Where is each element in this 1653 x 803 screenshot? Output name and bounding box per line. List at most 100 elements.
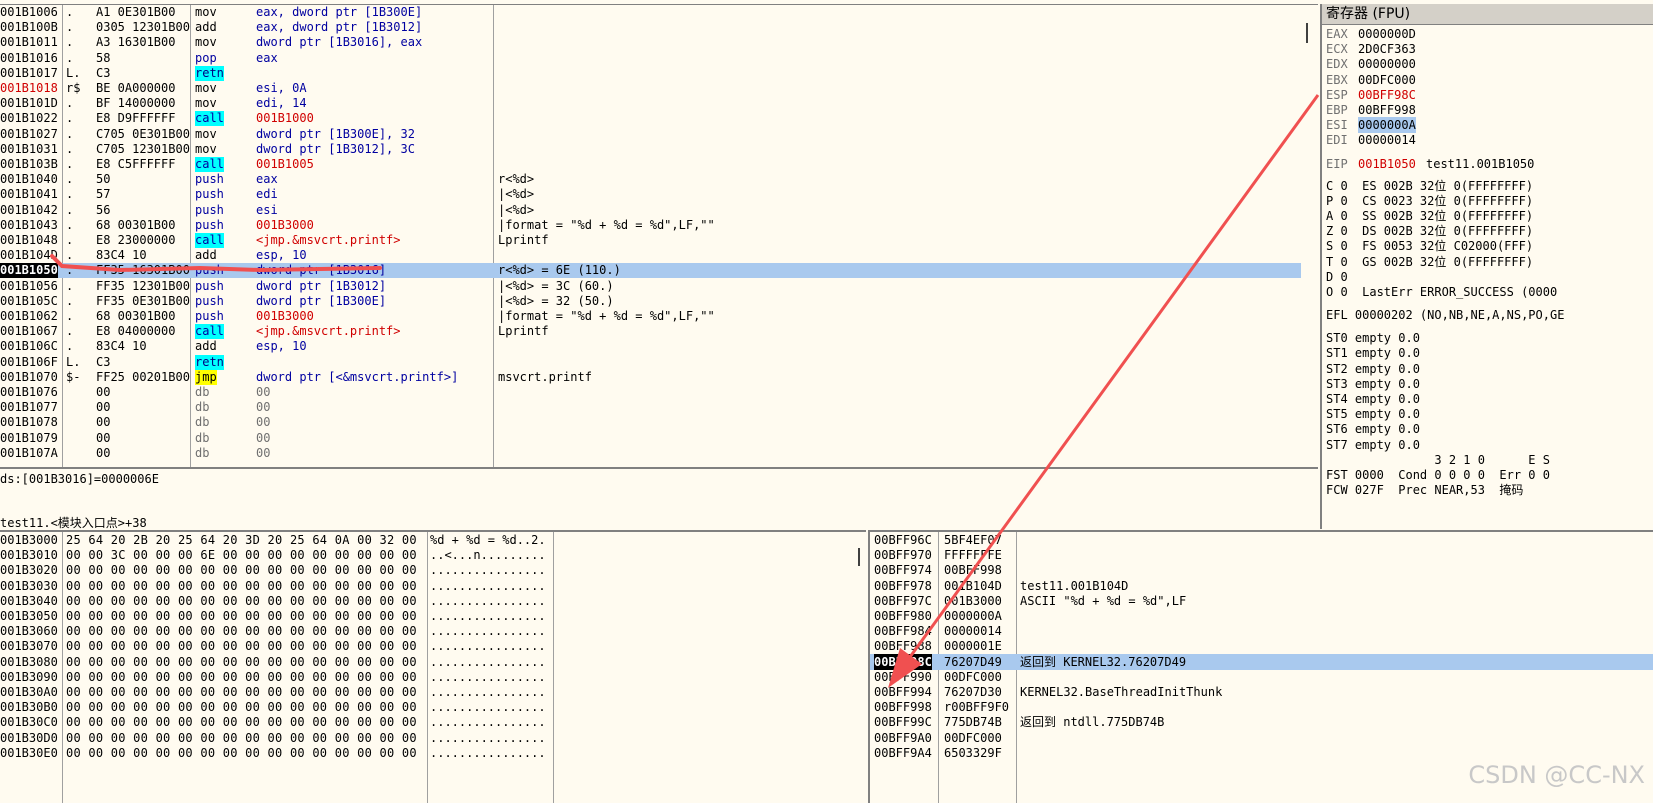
disasm-row[interactable]: 001B1050. FF35 16301B00 push dword ptr [1B3…	[0, 263, 1301, 279]
disasm-bytes: 00	[96, 445, 111, 460]
flag-row[interactable]: D 0	[1326, 269, 1653, 285]
dump-row[interactable]: 001B3090 00 00 00 00 00 00 00 00 00 00 00…	[0, 669, 866, 685]
efl-row[interactable]: EFL 00000202 (NO,NB,NE,A,NS,PO,GE	[1326, 307, 1653, 323]
disasm-bytes: 83C4 10	[96, 248, 147, 263]
disasm-row[interactable]: 001B1022. E8 D9FFFFFF call 001B1000	[0, 111, 1318, 127]
register-row[interactable]: EBX 00DFC000	[1326, 72, 1653, 88]
disasm-row[interactable]: 001B1078 00 db 00	[0, 415, 1318, 430]
hex-dump-pane[interactable]: 001B3000 25 64 20 2B 20 25 64 20 3D 20 25…	[0, 530, 866, 803]
stack-row[interactable]: 00BFF984 00000014	[870, 623, 1653, 639]
fpu-st-row[interactable]: ST0 empty 0.0	[1326, 330, 1653, 346]
disasm-row[interactable]: 001B101D. BF 14000000 mov edi, 14	[0, 96, 1318, 111]
disasm-row[interactable]: 001B1077 00 db 00	[0, 400, 1318, 415]
stack-row[interactable]: 00BFF97C 001B3000 ASCII "%d + %d = %d",LF	[870, 593, 1653, 609]
disasm-row[interactable]: 001B103B. E8 C5FFFFFF call 001B1005	[0, 157, 1318, 172]
disasm-operands: 00	[256, 445, 271, 460]
dump-row[interactable]: 001B30A0 00 00 00 00 00 00 00 00 00 00 00…	[0, 684, 866, 700]
dump-row[interactable]: 001B3020 00 00 00 00 00 00 00 00 00 00 00…	[0, 562, 866, 578]
stack-row[interactable]: 00BFF990 00DFC000	[870, 669, 1653, 685]
flag-row[interactable]: O 0 LastErr ERROR_SUCCESS (0000	[1326, 284, 1653, 300]
disasm-row[interactable]: 001B1040. 50 push eax r<%d>	[0, 172, 1318, 187]
fpu-st-row[interactable]: ST5 empty 0.0	[1326, 406, 1653, 422]
disasm-row[interactable]: 001B1006. A1 0E301B00 mov eax, dword ptr [1…	[0, 5, 1318, 20]
disasm-row[interactable]: 001B1076 00 db 00	[0, 385, 1318, 400]
dump-row[interactable]: 001B3010 00 00 3C 00 00 00 6E 00 00 00 00…	[0, 547, 866, 563]
registers-pane[interactable]: 寄存器 (FPU) EAX 0000000D ECX 2D0CF363 EDX 00000…	[1320, 4, 1653, 529]
disasm-comment: |format = "%d + %d = %d",LF,""	[498, 217, 715, 232]
fpu-st-row[interactable]: ST4 empty 0.0	[1326, 391, 1653, 407]
disasm-row[interactable]: 001B100B. 0305 12301B00 add eax, dword ptr …	[0, 20, 1318, 35]
dump-row[interactable]: 001B3030 00 00 00 00 00 00 00 00 00 00 00…	[0, 578, 866, 594]
disasm-row[interactable]: 001B1079 00 db 00	[0, 431, 1318, 446]
fpu-st-row[interactable]: ST2 empty 0.0	[1326, 361, 1653, 377]
fpu-st-row[interactable]: ST1 empty 0.0	[1326, 345, 1653, 361]
stack-row[interactable]: 00BFF9A4 6503329F	[870, 745, 1653, 761]
dump-row[interactable]: 001B3040 00 00 00 00 00 00 00 00 00 00 00…	[0, 593, 866, 609]
disasm-row[interactable]: 001B1048. E8 23000000 call <jmp.&msvcrt.pri…	[0, 233, 1318, 248]
dump-row[interactable]: 001B30C0 00 00 00 00 00 00 00 00 00 00 00…	[0, 714, 866, 730]
stack-row[interactable]: 00BFF9A0 00DFC000	[870, 730, 1653, 746]
register-eip-row[interactable]: EIP 001B1050 test11.001B1050	[1326, 156, 1653, 172]
disassembly-pane[interactable]: 001B1006. A1 0E301B00 mov eax, dword ptr [1…	[0, 4, 1318, 467]
register-row[interactable]: EAX 0000000D	[1326, 26, 1653, 42]
register-row[interactable]: ESI 0000000A	[1326, 117, 1653, 134]
dump-scrollbar-thumb[interactable]	[858, 548, 860, 566]
flag-row[interactable]: C 0 ES 002B 32位 0(FFFFFFFF)	[1326, 178, 1653, 194]
disasm-row[interactable]: 001B1070 $- FF25 00201B00 jmp dword ptr [<&m…	[0, 369, 1318, 385]
dump-row[interactable]: 001B3050 00 00 00 00 00 00 00 00 00 00 00…	[0, 608, 866, 624]
disasm-row[interactable]: 001B1016. 58 pop eax	[0, 51, 1318, 66]
stack-row[interactable]: 00BFF96C 5BF4EF07	[870, 532, 1653, 548]
disasm-row[interactable]: 001B1067. E8 04000000 call <jmp.&msvcrt.pri…	[0, 324, 1318, 340]
register-name: EBP	[1326, 103, 1348, 117]
disasm-bytes: 0305 12301B00	[96, 20, 190, 35]
disasm-row[interactable]: 001B1042. 56 push esi |<%d>	[0, 203, 1318, 218]
disasm-row[interactable]: 001B105C. FF35 0E301B00 push dword ptr [1B3…	[0, 294, 1318, 309]
stack-row[interactable]: 00BFF994 76207D30 KERNEL32.BaseThreadInitT…	[870, 684, 1653, 700]
flag-row[interactable]: S 0 FS 0053 32位 C02000(FFF)	[1326, 238, 1653, 254]
dump-row[interactable]: 001B30D0 00 00 00 00 00 00 00 00 00 00 00…	[0, 730, 866, 746]
stack-row[interactable]: 00BFF978 001B104D test11.001B104D	[870, 578, 1653, 594]
dump-row[interactable]: 001B30B0 00 00 00 00 00 00 00 00 00 00 00…	[0, 699, 866, 715]
disasm-row[interactable]: 001B1043. 68 00301B00 push 001B3000 |format …	[0, 218, 1318, 233]
register-row[interactable]: ECX 2D0CF363	[1326, 41, 1653, 57]
stack-row[interactable]: 00BFF974 00BFF998	[870, 562, 1653, 578]
disasm-row[interactable]: 001B106C. 83C4 10 add esp, 10	[0, 339, 1318, 354]
disasm-row[interactable]: 001B1031. C705 12301B00 mov dword ptr [1B30…	[0, 142, 1318, 157]
dump-hex: 00 00 3C 00 00 00 6E 00 00 00 00 00 00 0…	[66, 548, 417, 563]
stack-value: 76207D30	[944, 685, 1002, 699]
disasm-row[interactable]: 001B1017 L. C3 retn	[0, 65, 1318, 81]
disasm-scrollbar-thumb[interactable]	[1306, 23, 1308, 43]
register-row[interactable]: ESP 00BFF98C	[1326, 87, 1653, 103]
disasm-row[interactable]: 001B1041. 57 push edi |<%d>	[0, 187, 1318, 202]
flag-row[interactable]: Z 0 DS 002B 32位 0(FFFFFFFF)	[1326, 223, 1653, 239]
stack-row[interactable]: 00BFF998 r00BFF9F0	[870, 699, 1653, 715]
dump-row[interactable]: 001B3080 00 00 00 00 00 00 00 00 00 00 00…	[0, 654, 866, 670]
disasm-row[interactable]: 001B1056. FF35 12301B00 push dword ptr [1B3…	[0, 279, 1318, 294]
stack-row[interactable]: 00BFF99C 775DB74B 返回到 ntdll.775DB74B	[870, 714, 1653, 730]
disasm-row[interactable]: 001B106F L. C3 retn	[0, 354, 1318, 370]
disasm-row[interactable]: 001B104D. 83C4 10 add esp, 10	[0, 248, 1318, 263]
dump-row[interactable]: 001B3070 00 00 00 00 00 00 00 00 00 00 00…	[0, 638, 866, 654]
flag-row[interactable]: T 0 GS 002B 32位 0(FFFFFFFF)	[1326, 254, 1653, 270]
fpu-st-row[interactable]: ST7 empty 0.0	[1326, 437, 1653, 453]
fpu-st-row[interactable]: ST6 empty 0.0	[1326, 421, 1653, 437]
register-row[interactable]: EBP 00BFF998	[1326, 102, 1653, 118]
disasm-row[interactable]: 001B1062. 68 00301B00 push 001B3000 |format …	[0, 309, 1318, 324]
disasm-row[interactable]: 001B1027. C705 0E301B00 mov dword ptr [1B30…	[0, 127, 1318, 142]
stack-row[interactable]: 00BFF970 FFFFFFFE	[870, 547, 1653, 563]
disasm-row[interactable]: 001B1018 r$ BE 0A000000 mov esi, 0A	[0, 81, 1318, 96]
dump-row[interactable]: 001B3000 25 64 20 2B 20 25 64 20 3D 20 25…	[0, 532, 866, 548]
flag-row[interactable]: P 0 CS 0023 32位 0(FFFFFFFF)	[1326, 193, 1653, 209]
disasm-row[interactable]: 001B1011. A3 16301B00 mov dword ptr [1B3016…	[0, 35, 1318, 50]
flag-row[interactable]: A 0 SS 002B 32位 0(FFFFFFFF)	[1326, 208, 1653, 224]
dump-row[interactable]: 001B3060 00 00 00 00 00 00 00 00 00 00 00…	[0, 623, 866, 639]
stack-row[interactable]: 00BFF980 0000000A	[870, 608, 1653, 624]
disasm-row[interactable]: 001B107A 00 db 00	[0, 446, 1318, 461]
disasm-bytes: 68 00301B00	[96, 309, 176, 323]
stack-row[interactable]: 00BFF988 0000001E	[870, 638, 1653, 654]
dump-row[interactable]: 001B30E0 00 00 00 00 00 00 00 00 00 00 00…	[0, 745, 866, 761]
register-row[interactable]: EDX 00000000	[1326, 56, 1653, 72]
stack-row[interactable]: 00BFF98C 76207D49 返回到 KERNEL32.76207D49	[870, 653, 1653, 670]
register-row[interactable]: EDI 00000014	[1326, 132, 1653, 148]
fpu-st-row[interactable]: ST3 empty 0.0	[1326, 376, 1653, 392]
